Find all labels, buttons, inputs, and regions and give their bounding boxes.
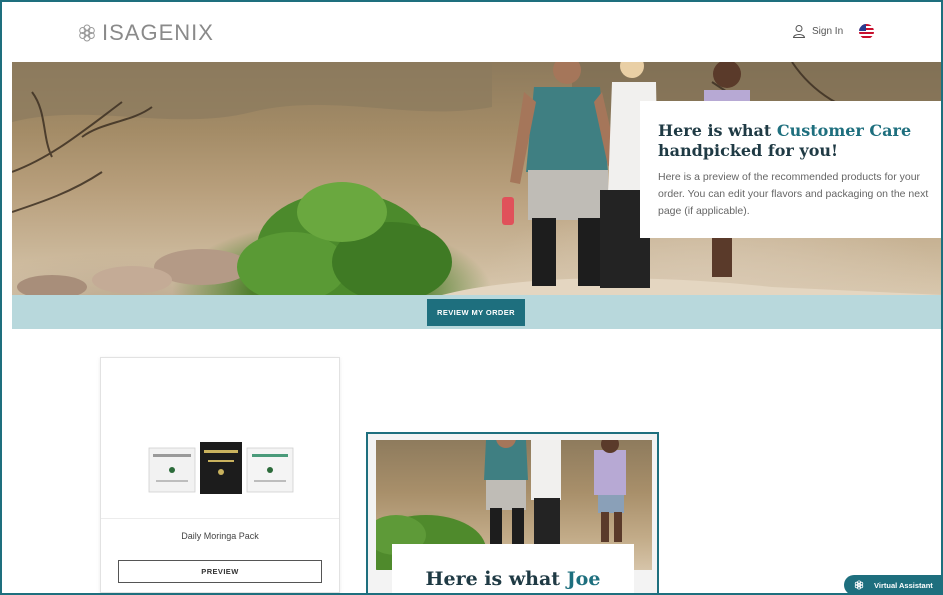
product-divider <box>101 518 339 519</box>
review-my-order-button[interactable]: REVIEW MY ORDER <box>427 299 525 326</box>
us-flag-icon[interactable] <box>859 24 874 39</box>
hero-description: Here is a preview of the recommended pro… <box>658 169 941 220</box>
preview-button[interactable]: PREVIEW <box>118 560 322 583</box>
sign-in-label: Sign In <box>812 25 844 37</box>
product-image <box>148 442 294 494</box>
logo-wordmark: ISAGENIX <box>102 20 214 45</box>
product-name: Daily Moringa Pack <box>181 531 259 541</box>
email-preview-card[interactable]: Here is what Joe <box>366 432 659 593</box>
hero-description-line-1: Here is a preview of the recommended pro… <box>658 171 921 183</box>
email-title-accent: Joe <box>566 568 601 590</box>
hero-banner: Here is what Customer Care handpicked fo… <box>12 62 941 295</box>
hero-title-prefix: Here is what <box>658 121 777 140</box>
hero-title-suffix: handpicked for you! <box>658 141 839 160</box>
virtual-assistant-label: Virtual Assistant <box>874 580 933 590</box>
hero-description-line-2: order. You can edit your flavors and pac… <box>658 188 929 200</box>
hero-title: Here is what Customer Care handpicked fo… <box>658 121 941 161</box>
email-preview-title: Here is what Joe <box>392 568 634 590</box>
user-icon <box>792 25 806 38</box>
hero-description-line-3: page (if applicable). <box>658 205 750 217</box>
isagenix-flower-icon <box>79 24 95 42</box>
product-card: Daily Moringa Pack PREVIEW <box>100 357 340 593</box>
email-title-prefix: Here is what <box>425 568 567 590</box>
isagenix-logo[interactable]: ISAGENIX <box>76 20 214 46</box>
site-header: ISAGENIX Sign In <box>2 2 941 62</box>
sign-in-link[interactable]: Sign In <box>792 24 843 38</box>
page-frame: ISAGENIX Sign In Here is what Customer C… <box>0 0 943 595</box>
virtual-assistant-button[interactable]: Virtual Assistant <box>844 575 941 593</box>
isagenix-flower-icon <box>854 580 864 590</box>
hero-title-accent: Customer Care <box>776 121 912 140</box>
hero-message-card: Here is what Customer Care handpicked fo… <box>640 101 941 238</box>
email-preview-message: Here is what Joe <box>392 544 634 593</box>
